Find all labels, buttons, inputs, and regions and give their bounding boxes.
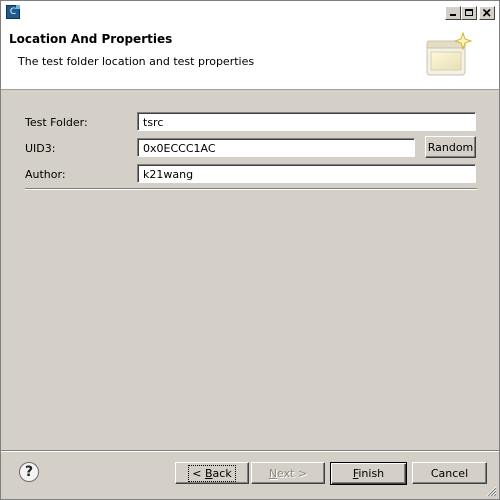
finish-button[interactable]: Finish	[330, 462, 407, 485]
next-button[interactable]: Next >	[251, 462, 325, 484]
page-title: Location And Properties	[9, 32, 173, 46]
finish-rest: inish	[358, 467, 385, 480]
app-icon-letter: C	[9, 7, 17, 17]
random-button[interactable]: Random	[425, 136, 476, 158]
resize-grip-icon[interactable]	[485, 485, 497, 497]
page-description: The test folder location and test proper…	[18, 55, 255, 68]
title-bar: C	[1, 1, 499, 23]
maximize-icon	[465, 9, 473, 16]
wizard-header: Location And Properties The test folder …	[1, 23, 499, 90]
next-mnemonic: N	[268, 466, 278, 480]
maximize-button[interactable]	[461, 6, 477, 20]
back-mnemonic: B	[205, 466, 213, 480]
minimize-button[interactable]	[445, 6, 461, 20]
uid3-label: UID3:	[25, 142, 56, 155]
c-file-icon[interactable]: C	[6, 5, 20, 19]
test-folder-field[interactable]	[137, 112, 476, 131]
wizard-dialog: C Location And Properties The test folde…	[0, 0, 500, 500]
back-prefix: <	[192, 466, 205, 480]
form-separator	[25, 188, 477, 190]
author-field[interactable]	[137, 164, 476, 183]
help-icon[interactable]: ?	[19, 462, 39, 482]
close-button[interactable]	[479, 6, 495, 20]
uid3-field[interactable]	[137, 138, 415, 157]
help-glyph: ?	[24, 464, 34, 480]
close-icon	[482, 8, 491, 17]
back-rest: ack	[212, 466, 232, 480]
back-focus: < Back	[188, 464, 236, 482]
minimize-icon	[450, 14, 456, 16]
cancel-button[interactable]: Cancel	[412, 462, 487, 484]
back-button[interactable]: < Back	[175, 462, 249, 484]
wizard-sparkle-icon	[426, 31, 473, 76]
author-label: Author:	[25, 168, 66, 181]
footer-separator	[1, 450, 499, 452]
next-rest: ext >	[277, 466, 308, 480]
test-folder-label: Test Folder:	[25, 116, 88, 129]
